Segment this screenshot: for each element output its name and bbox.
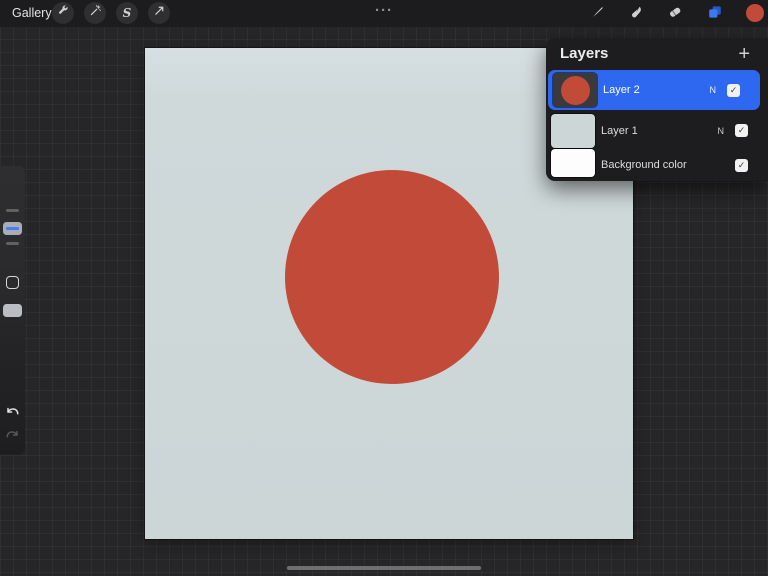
- brush-size-slider[interactable]: [3, 222, 22, 235]
- selection-s-icon: S: [123, 7, 132, 19]
- background-thumbnail: [551, 149, 595, 177]
- magic-wand-icon: [89, 4, 102, 22]
- painted-red-circle: [285, 170, 499, 384]
- transform-button[interactable]: [148, 2, 170, 24]
- layer-name: Layer 2: [603, 84, 640, 96]
- layer2-thumbnail-circle: [561, 76, 590, 105]
- layer2-thumbnail: [553, 73, 597, 107]
- layers-panel-header: Layers +: [546, 38, 768, 71]
- brush-icon: [590, 4, 606, 25]
- canvas-menu-dots[interactable]: ···: [364, 0, 404, 24]
- transform-arrow-icon: [153, 4, 166, 22]
- layers-panel-button[interactable]: [704, 3, 726, 25]
- selection-button[interactable]: S: [116, 2, 138, 24]
- redo-icon: [5, 429, 20, 449]
- brush-size-accent-dash: [6, 227, 19, 230]
- redo-button[interactable]: [4, 430, 21, 447]
- smudge-tool-button[interactable]: [626, 3, 648, 25]
- layer-row-layer2[interactable]: Layer 2 N ✓: [548, 70, 760, 110]
- home-indicator[interactable]: [287, 566, 481, 570]
- slider-tick-upper: [6, 209, 19, 212]
- sidebar-tool-strip: [0, 166, 25, 455]
- modify-button[interactable]: [6, 276, 19, 289]
- blend-mode-badge[interactable]: N: [710, 85, 717, 95]
- blend-mode-badge[interactable]: N: [718, 126, 725, 136]
- opacity-slider[interactable]: [3, 304, 22, 317]
- layer-name: Background color: [601, 159, 687, 171]
- layer-row-layer1[interactable]: Layer 1 N ✓: [546, 111, 768, 150]
- undo-button[interactable]: [4, 407, 21, 424]
- gallery-button[interactable]: Gallery: [12, 0, 52, 27]
- layers-icon: [707, 4, 723, 25]
- layer-visibility-checkbox[interactable]: ✓: [735, 124, 748, 137]
- smudge-finger-icon: [629, 4, 645, 25]
- top-toolbar: Gallery S ···: [0, 0, 768, 27]
- undo-icon: [5, 406, 20, 426]
- layer-name: Layer 1: [601, 125, 638, 137]
- layer-visibility-checkbox[interactable]: ✓: [727, 84, 740, 97]
- layers-panel-title: Layers: [560, 45, 608, 62]
- eraser-icon: [667, 4, 683, 25]
- actions-button[interactable]: [52, 2, 74, 24]
- wrench-icon: [57, 4, 70, 22]
- brush-tool-button[interactable]: [587, 3, 609, 25]
- layers-panel: Layers + Layer 2 N ✓ Layer 1 N ✓ Backgro…: [546, 38, 768, 181]
- layer-visibility-checkbox[interactable]: ✓: [735, 159, 748, 172]
- eraser-tool-button[interactable]: [664, 3, 686, 25]
- slider-tick-lower: [6, 242, 19, 245]
- add-layer-button[interactable]: +: [738, 42, 750, 66]
- layer1-thumbnail: [551, 114, 595, 148]
- adjustments-button[interactable]: [84, 2, 106, 24]
- layer-row-background[interactable]: Background color ✓: [546, 149, 768, 181]
- active-color-swatch[interactable]: [746, 4, 764, 22]
